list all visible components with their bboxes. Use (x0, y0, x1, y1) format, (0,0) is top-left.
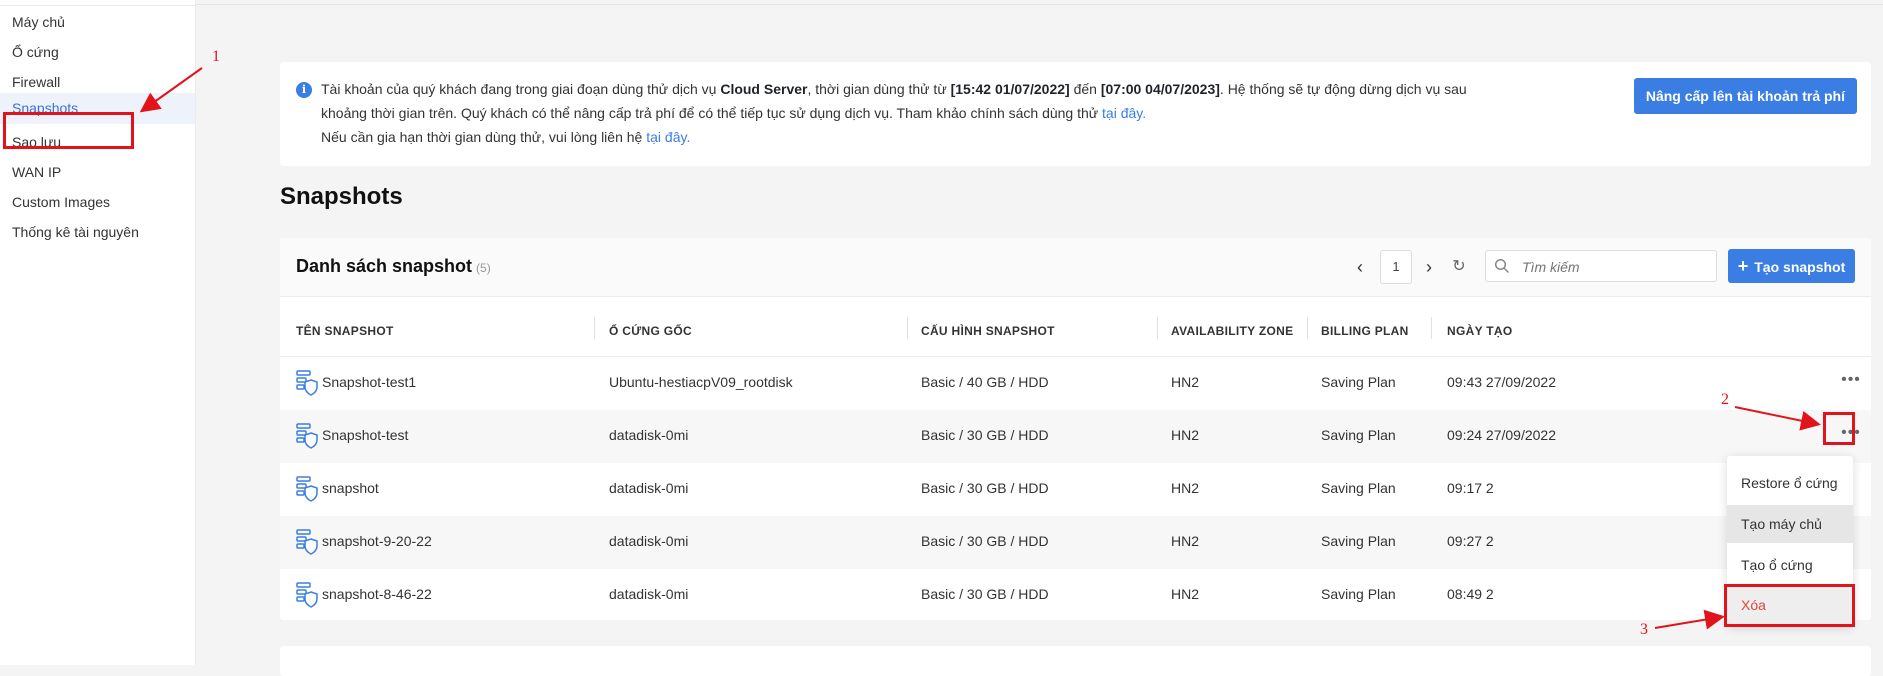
annotation-arrow (139, 67, 203, 113)
annotation-arrows (139, 67, 1821, 630)
annotation-arrow (1734, 406, 1821, 431)
annotation-arrow (1654, 609, 1725, 630)
